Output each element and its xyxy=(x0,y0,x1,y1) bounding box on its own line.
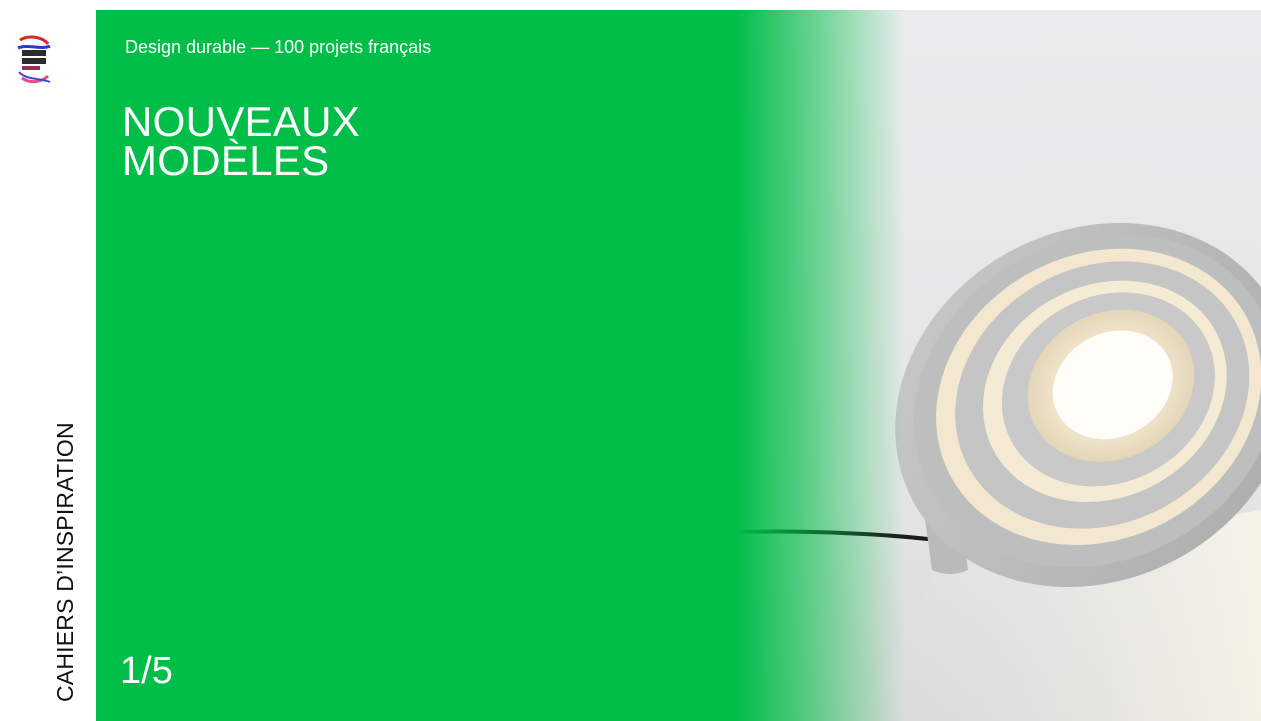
french-design-logo-icon[interactable] xyxy=(16,34,52,88)
slide-counter: 1/5 xyxy=(120,650,173,692)
slide-subtitle: Design durable — 100 projets français xyxy=(125,37,432,57)
hero-panel: Design durable — 100 projets français NO… xyxy=(96,10,1261,721)
concrete-lamp-photo xyxy=(736,10,1261,721)
heading-line-1: NOUVEAUX xyxy=(122,98,361,145)
heading-line-2: MODÈLES xyxy=(122,137,330,184)
slide-heading: NOUVEAUX MODÈLES xyxy=(122,98,361,184)
left-rail: CAHIERS D’INSPIRATION xyxy=(0,0,96,721)
rail-title: CAHIERS D’INSPIRATION xyxy=(52,422,78,702)
slide-page: CAHIERS D’INSPIRATION Design durable — 1… xyxy=(0,0,1261,721)
